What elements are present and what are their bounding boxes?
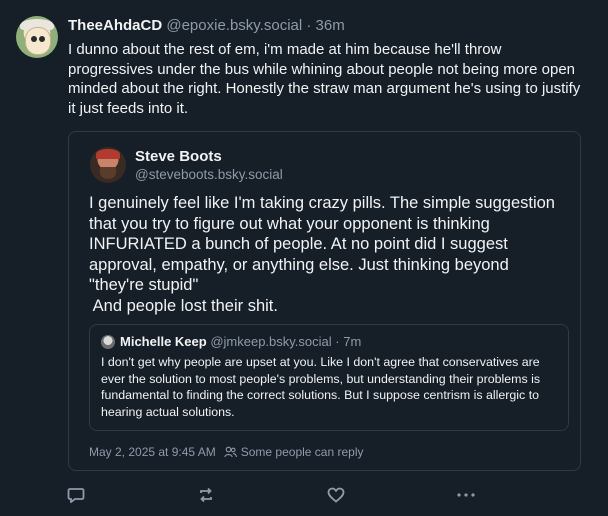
post-time[interactable]: 36m — [316, 17, 345, 34]
quoted-text-line: "they're stupid" — [89, 276, 199, 294]
post-text: I dunno about the rest of em, i'm made a… — [68, 41, 581, 117]
quoted-text-line: I genuinely feel like I'm taking crazy p… — [89, 194, 555, 212]
repost-icon[interactable] — [196, 485, 216, 505]
quoted-author-avatar[interactable] — [90, 147, 126, 183]
nested-quoted-post[interactable]: Michelle Keep @jmkeep.bsky.social · 7m I… — [89, 324, 569, 431]
quoted-post[interactable]: Steve Boots @steveboots.bsky.social I ge… — [68, 131, 581, 471]
author-handle[interactable]: @epoxie.bsky.social — [166, 17, 302, 34]
quoted-author-display-name[interactable]: Steve Boots — [135, 148, 222, 165]
nested-author-display-name[interactable]: Michelle Keep — [120, 334, 207, 349]
post-header: TheeAhdaCD @epoxie.bsky.social · 36m — [68, 17, 345, 34]
author-display-name[interactable]: TheeAhdaCD — [68, 17, 162, 34]
nested-author-handle[interactable]: @jmkeep.bsky.social — [210, 334, 331, 349]
quoted-post-text: I genuinely feel like I'm taking crazy p… — [89, 193, 569, 316]
header-separator: · — [302, 17, 316, 34]
nested-post-time[interactable]: 7m — [343, 334, 361, 349]
quoted-post-meta: May 2, 2025 at 9:45 AM Some people can r… — [89, 445, 364, 459]
more-icon[interactable] — [456, 485, 476, 505]
quoted-text-line: that you try to figure out what your opp… — [89, 214, 490, 233]
quoted-author-handle[interactable]: @steveboots.bsky.social — [135, 167, 283, 182]
people-icon — [224, 446, 237, 458]
quoted-text-line: And people lost their shit. — [89, 296, 278, 315]
quoted-timestamp: May 2, 2025 at 9:45 AM — [89, 445, 216, 459]
post[interactable]: TheeAhdaCD @epoxie.bsky.social · 36m I d… — [0, 0, 608, 516]
quoted-text-line: approval, empathy, or anything else. Jus… — [89, 255, 509, 274]
nested-post-header: Michelle Keep @jmkeep.bsky.social · 7m — [120, 334, 361, 349]
like-icon[interactable] — [326, 485, 346, 505]
reply-setting[interactable]: Some people can reply — [241, 445, 364, 459]
post-actions — [0, 485, 608, 505]
nested-post-text: I don't get why people are upset at you.… — [101, 355, 541, 419]
author-avatar[interactable] — [16, 16, 58, 58]
quoted-text-line: INFURIATED a bunch of people. At no poin… — [89, 235, 508, 253]
nested-author-avatar[interactable] — [101, 335, 115, 349]
nested-separator: · — [331, 334, 344, 349]
reply-icon[interactable] — [66, 485, 86, 505]
